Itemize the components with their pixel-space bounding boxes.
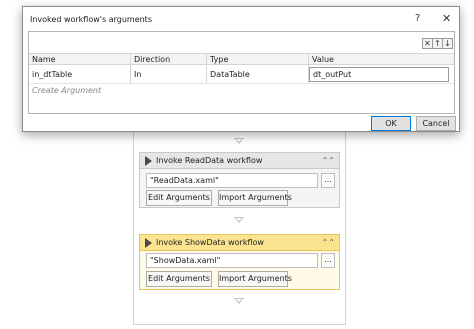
grid-toolbar: ✕ ↑ ↓ — [422, 38, 453, 49]
edit-arguments-button[interactable]: Edit Arguments — [146, 271, 212, 287]
play-icon — [145, 156, 152, 166]
create-argument-link[interactable]: Create Argument — [32, 86, 101, 95]
flow-arrow-icon — [234, 298, 244, 304]
cancel-button[interactable]: Cancel — [416, 116, 456, 131]
workflow-path-input[interactable]: "ReadData.xaml" — [146, 173, 318, 188]
collapse-icon[interactable]: ⌃⌃ — [322, 238, 335, 247]
browse-button[interactable]: ... — [321, 173, 335, 188]
ok-button[interactable]: OK — [371, 116, 411, 131]
argument-type-cell[interactable]: DataTable — [207, 65, 309, 83]
activity-header[interactable]: Invoke ReadData workflow ⌃⌃ — [140, 153, 339, 169]
activity-header[interactable]: Invoke ShowData workflow ⌃⌃ — [140, 235, 339, 251]
activity-title: Invoke ShowData workflow — [156, 238, 264, 247]
dialog-title: Invoked workflow's arguments — [30, 15, 152, 24]
arguments-grid: ✕ ↑ ↓ Name Direction Type Value in_dtTab… — [28, 31, 455, 114]
move-down-icon[interactable]: ↓ — [442, 38, 453, 49]
flow-arrow-icon — [234, 217, 244, 223]
browse-button[interactable]: ... — [321, 253, 335, 268]
arguments-dialog: Invoked workflow's arguments ? ✕ ✕ ↑ ↓ N… — [22, 6, 460, 132]
import-arguments-button[interactable]: Import Arguments — [218, 271, 292, 287]
argument-direction-cell[interactable]: In — [131, 65, 207, 83]
invoke-readdata-activity[interactable]: Invoke ReadData workflow ⌃⌃ "ReadData.xa… — [139, 152, 340, 208]
column-header-type[interactable]: Type — [207, 54, 309, 64]
edit-arguments-button[interactable]: Edit Arguments — [146, 190, 212, 206]
argument-value-input[interactable]: dt_outPut — [309, 67, 449, 82]
flow-arrow-icon — [234, 138, 244, 144]
table-row[interactable]: in_dtTable In DataTable dt_outPut — [29, 65, 454, 84]
column-header-name[interactable]: Name — [29, 54, 131, 64]
import-arguments-button[interactable]: Import Arguments — [218, 190, 292, 206]
close-icon[interactable]: ✕ — [442, 12, 451, 25]
column-header-value[interactable]: Value — [309, 54, 454, 64]
workflow-path-input[interactable]: "ShowData.xaml" — [146, 253, 318, 268]
invoke-showdata-activity[interactable]: Invoke ShowData workflow ⌃⌃ "ShowData.xa… — [139, 234, 340, 290]
activity-title: Invoke ReadData workflow — [156, 156, 263, 165]
collapse-icon[interactable]: ⌃⌃ — [322, 156, 335, 165]
play-icon — [145, 238, 152, 248]
grid-header: Name Direction Type Value — [29, 53, 454, 65]
help-icon[interactable]: ? — [415, 13, 420, 24]
argument-name-cell[interactable]: in_dtTable — [29, 65, 131, 83]
column-header-direction[interactable]: Direction — [131, 54, 207, 64]
